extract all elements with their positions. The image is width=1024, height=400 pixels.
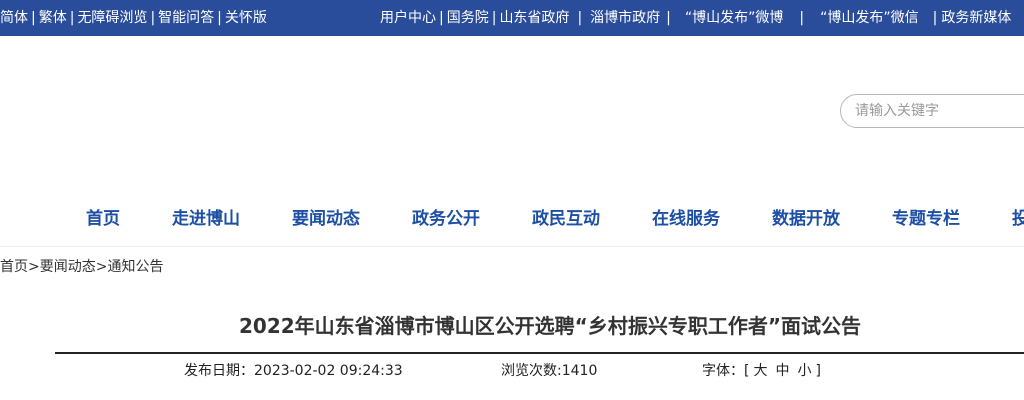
link-smart-qa[interactable]: 智能问答 [158, 10, 214, 26]
nav-item-truncated[interactable]: 投 [1012, 200, 1024, 238]
link-state-council[interactable]: 国务院 [447, 10, 489, 26]
bracket-close: ] [815, 363, 821, 379]
link-simplified[interactable]: 简体 [0, 10, 28, 26]
link-zibo-gov[interactable]: 淄博市政府 [590, 10, 660, 26]
title-divider [55, 352, 1024, 354]
link-shandong-gov[interactable]: 山东省政府 [499, 10, 569, 26]
publish-info: 发布日期：2023-02-02 09:24:33 [184, 360, 403, 380]
font-large-button[interactable]: 大 [753, 363, 767, 379]
link-boshan-weibo[interactable]: “博山发布”微博 [685, 10, 784, 26]
link-accessibility[interactable]: 无障碍浏览 [77, 10, 147, 26]
article-body-clipped [140, 392, 840, 400]
nav-interaction[interactable]: 政民互动 [532, 200, 600, 238]
views-label: 浏览次数: [501, 363, 562, 379]
search-input[interactable] [853, 102, 1024, 120]
publish-date: 2023-02-02 09:24:33 [254, 363, 403, 379]
separator: | [577, 10, 583, 26]
font-medium-button[interactable]: 中 [775, 363, 789, 379]
separator: | [491, 10, 497, 26]
font-size-control: 字体：[大中小] [702, 360, 821, 380]
breadcrumb-separator: > [95, 259, 108, 275]
separator: | [150, 10, 156, 26]
nav-topics[interactable]: 专题专栏 [892, 200, 960, 238]
link-traditional[interactable]: 繁体 [39, 10, 67, 26]
main-nav: 首页 走进博山 要闻动态 政务公开 政民互动 在线服务 数据开放 专题专栏 投 [0, 200, 1024, 247]
publish-label: 发布日期： [184, 363, 254, 379]
link-care-version[interactable]: 关怀版 [225, 10, 267, 26]
separator: | [439, 10, 444, 26]
nav-news[interactable]: 要闻动态 [292, 200, 360, 238]
font-small-button[interactable]: 小 [797, 363, 811, 379]
views-count: 1410 [561, 363, 598, 379]
view-count-info: 浏览次数:1410 [501, 360, 597, 380]
nav-gov-disclosure[interactable]: 政务公开 [412, 200, 480, 238]
top-bar-right: 用户中心 | 国务院 | 山东省政府 | 淄博市政府 | “博山发布”微博 | “博山发布”微信 | 政… [380, 0, 1011, 36]
link-boshan-wechat[interactable]: “博山发布”微信 [820, 10, 919, 26]
separator: | [69, 10, 75, 26]
breadcrumb-separator: > [28, 259, 40, 275]
breadcrumb: 首页>要闻动态>通知公告 [0, 256, 163, 276]
nav-home[interactable]: 首页 [86, 200, 120, 238]
nav-about-boshan[interactable]: 走进博山 [172, 200, 240, 238]
link-gov-new-media[interactable]: 政务新媒体 [941, 10, 1011, 26]
bracket-open: [ [744, 363, 750, 379]
breadcrumb-home[interactable]: 首页 [0, 259, 28, 275]
separator: | [666, 10, 671, 26]
article-title: 2022年山东省淄博市博山区公开选聘“乡村振兴专职工作者”面试公告 [239, 314, 861, 338]
nav-open-data[interactable]: 数据开放 [772, 200, 840, 238]
breadcrumb-notices[interactable]: 通知公告 [107, 259, 163, 275]
top-bar: 简体 | 繁体 | 无障碍浏览 | 智能问答 | 关怀版 用户中心 | 国务院 | 山东省政府 | 淄博市政… [0, 0, 1024, 36]
top-bar-left: 简体 | 繁体 | 无障碍浏览 | 智能问答 | 关怀版 [0, 0, 267, 36]
link-user-center[interactable]: 用户中心 [380, 10, 436, 26]
separator: | [31, 10, 36, 26]
separator: | [932, 10, 938, 26]
nav-online-service[interactable]: 在线服务 [652, 200, 720, 238]
breadcrumb-news[interactable]: 要闻动态 [40, 259, 96, 275]
font-label: 字体： [702, 363, 744, 379]
search-box[interactable] [840, 94, 1024, 128]
separator: | [799, 10, 805, 26]
separator: | [217, 10, 222, 26]
